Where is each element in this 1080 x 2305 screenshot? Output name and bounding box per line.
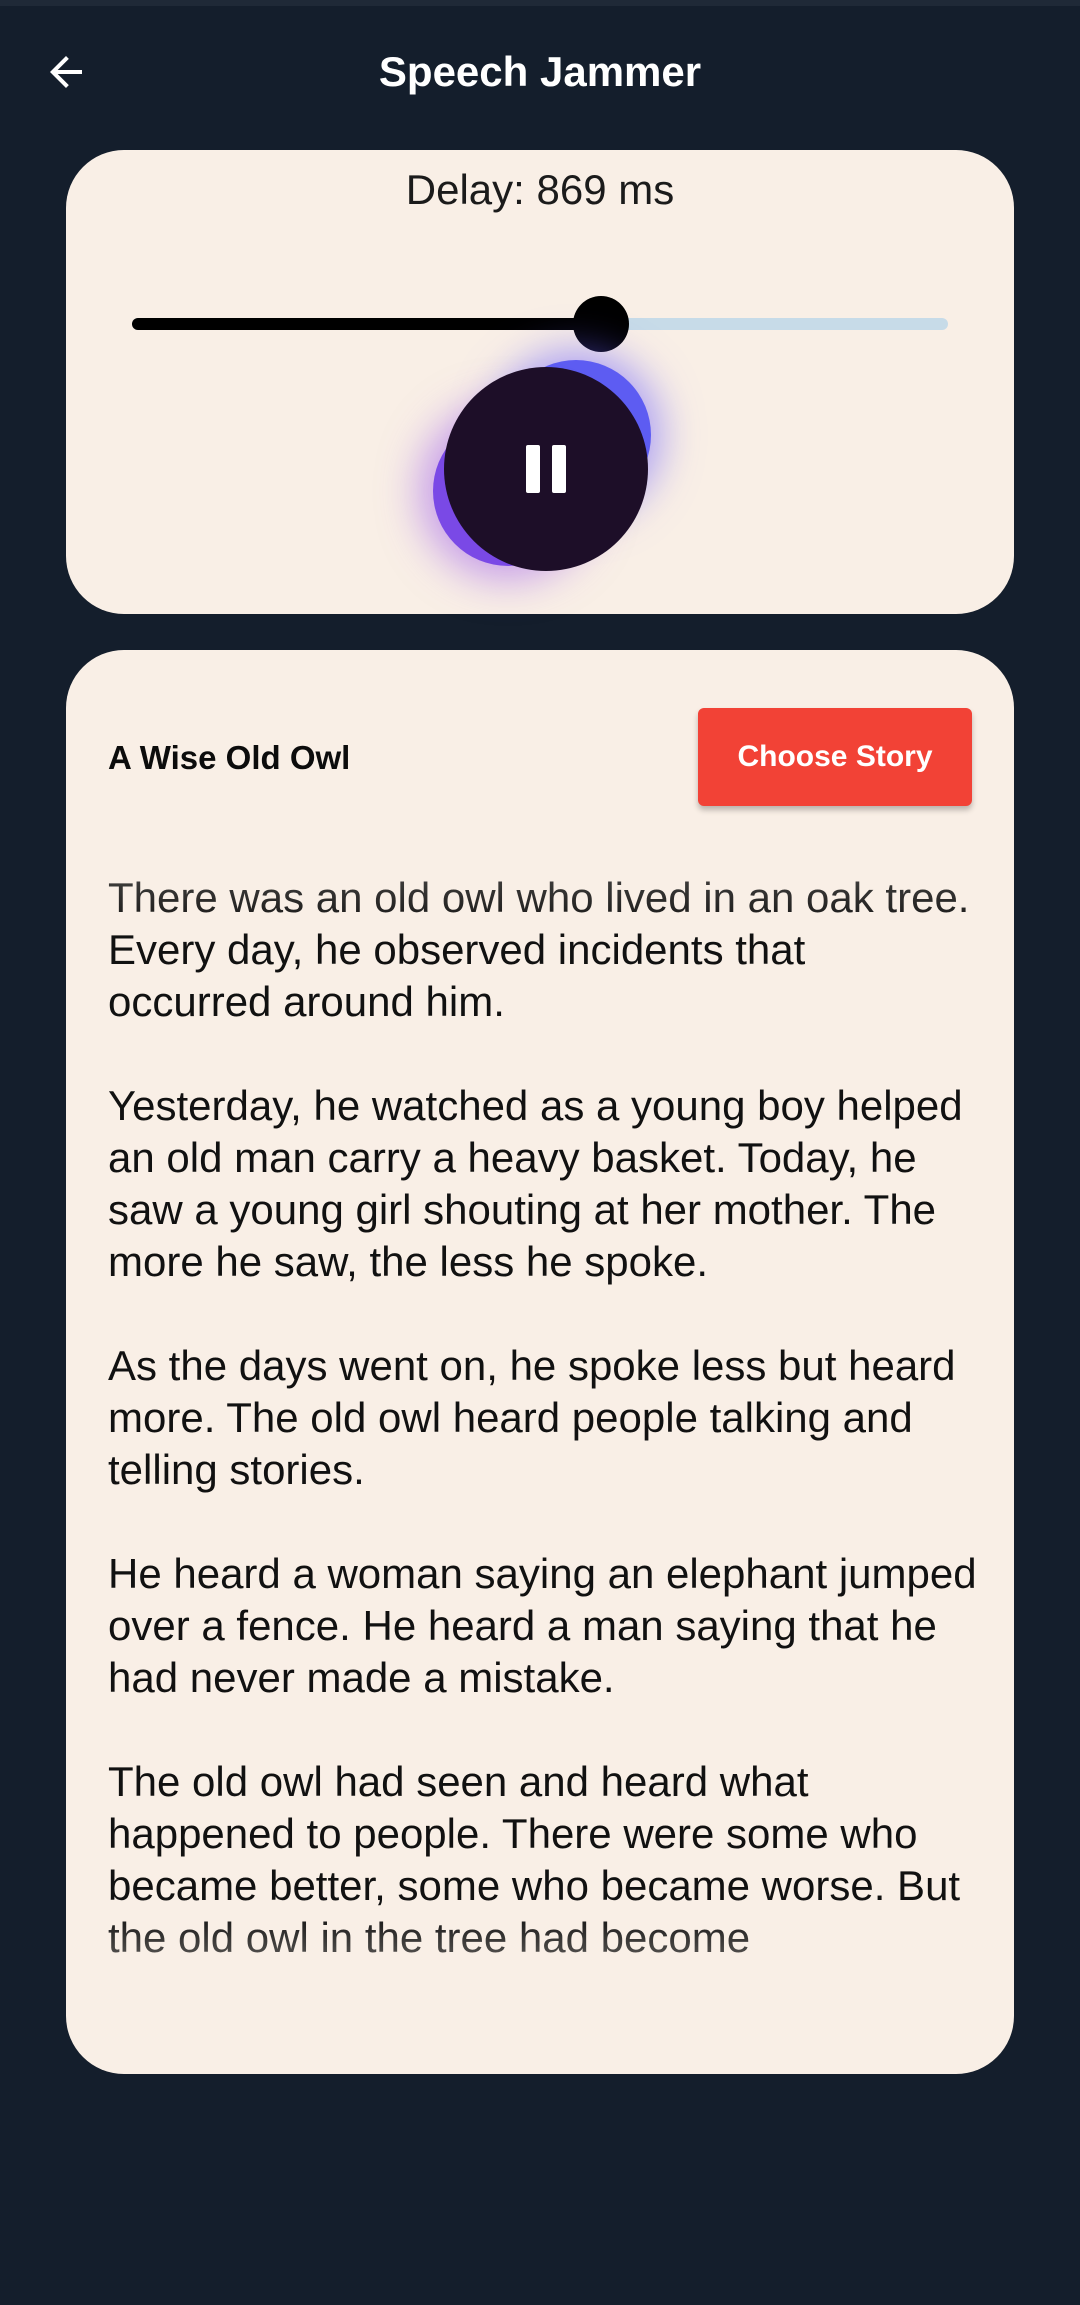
story-card: A Wise Old Owl Choose Story There was an… [66, 650, 1014, 2074]
story-paragraph: He heard a woman saying an elephant jump… [108, 1550, 977, 1701]
choose-story-button[interactable]: Choose Story [698, 708, 972, 806]
delay-slider[interactable] [132, 296, 948, 352]
story-paragraph: As the days went on, he spoke less but h… [108, 1342, 956, 1493]
page-title: Speech Jammer [378, 48, 702, 95]
story-title: A Wise Old Owl [108, 739, 351, 776]
delay-control-card: Delay: 869 ms [66, 150, 1014, 614]
delay-slider-fill [132, 318, 602, 330]
pause-button[interactable] [444, 367, 648, 571]
app-bar: Speech Jammer [0, 0, 1080, 140]
story-paragraph: The old owl had seen and heard what happ… [108, 1758, 961, 1961]
delay-slider-thumb[interactable] [573, 296, 630, 352]
pause-icon [526, 445, 566, 493]
story-text-scroll[interactable]: There was an old owl who lived in an oak… [108, 872, 978, 2030]
delay-label: Delay: 869 ms [405, 166, 675, 213]
story-paragraph: Yesterday, he watched as a young boy hel… [108, 1082, 963, 1285]
pause-button-glow [427, 350, 653, 576]
story-paragraph: There was an old owl who lived in an oak… [108, 874, 970, 1025]
